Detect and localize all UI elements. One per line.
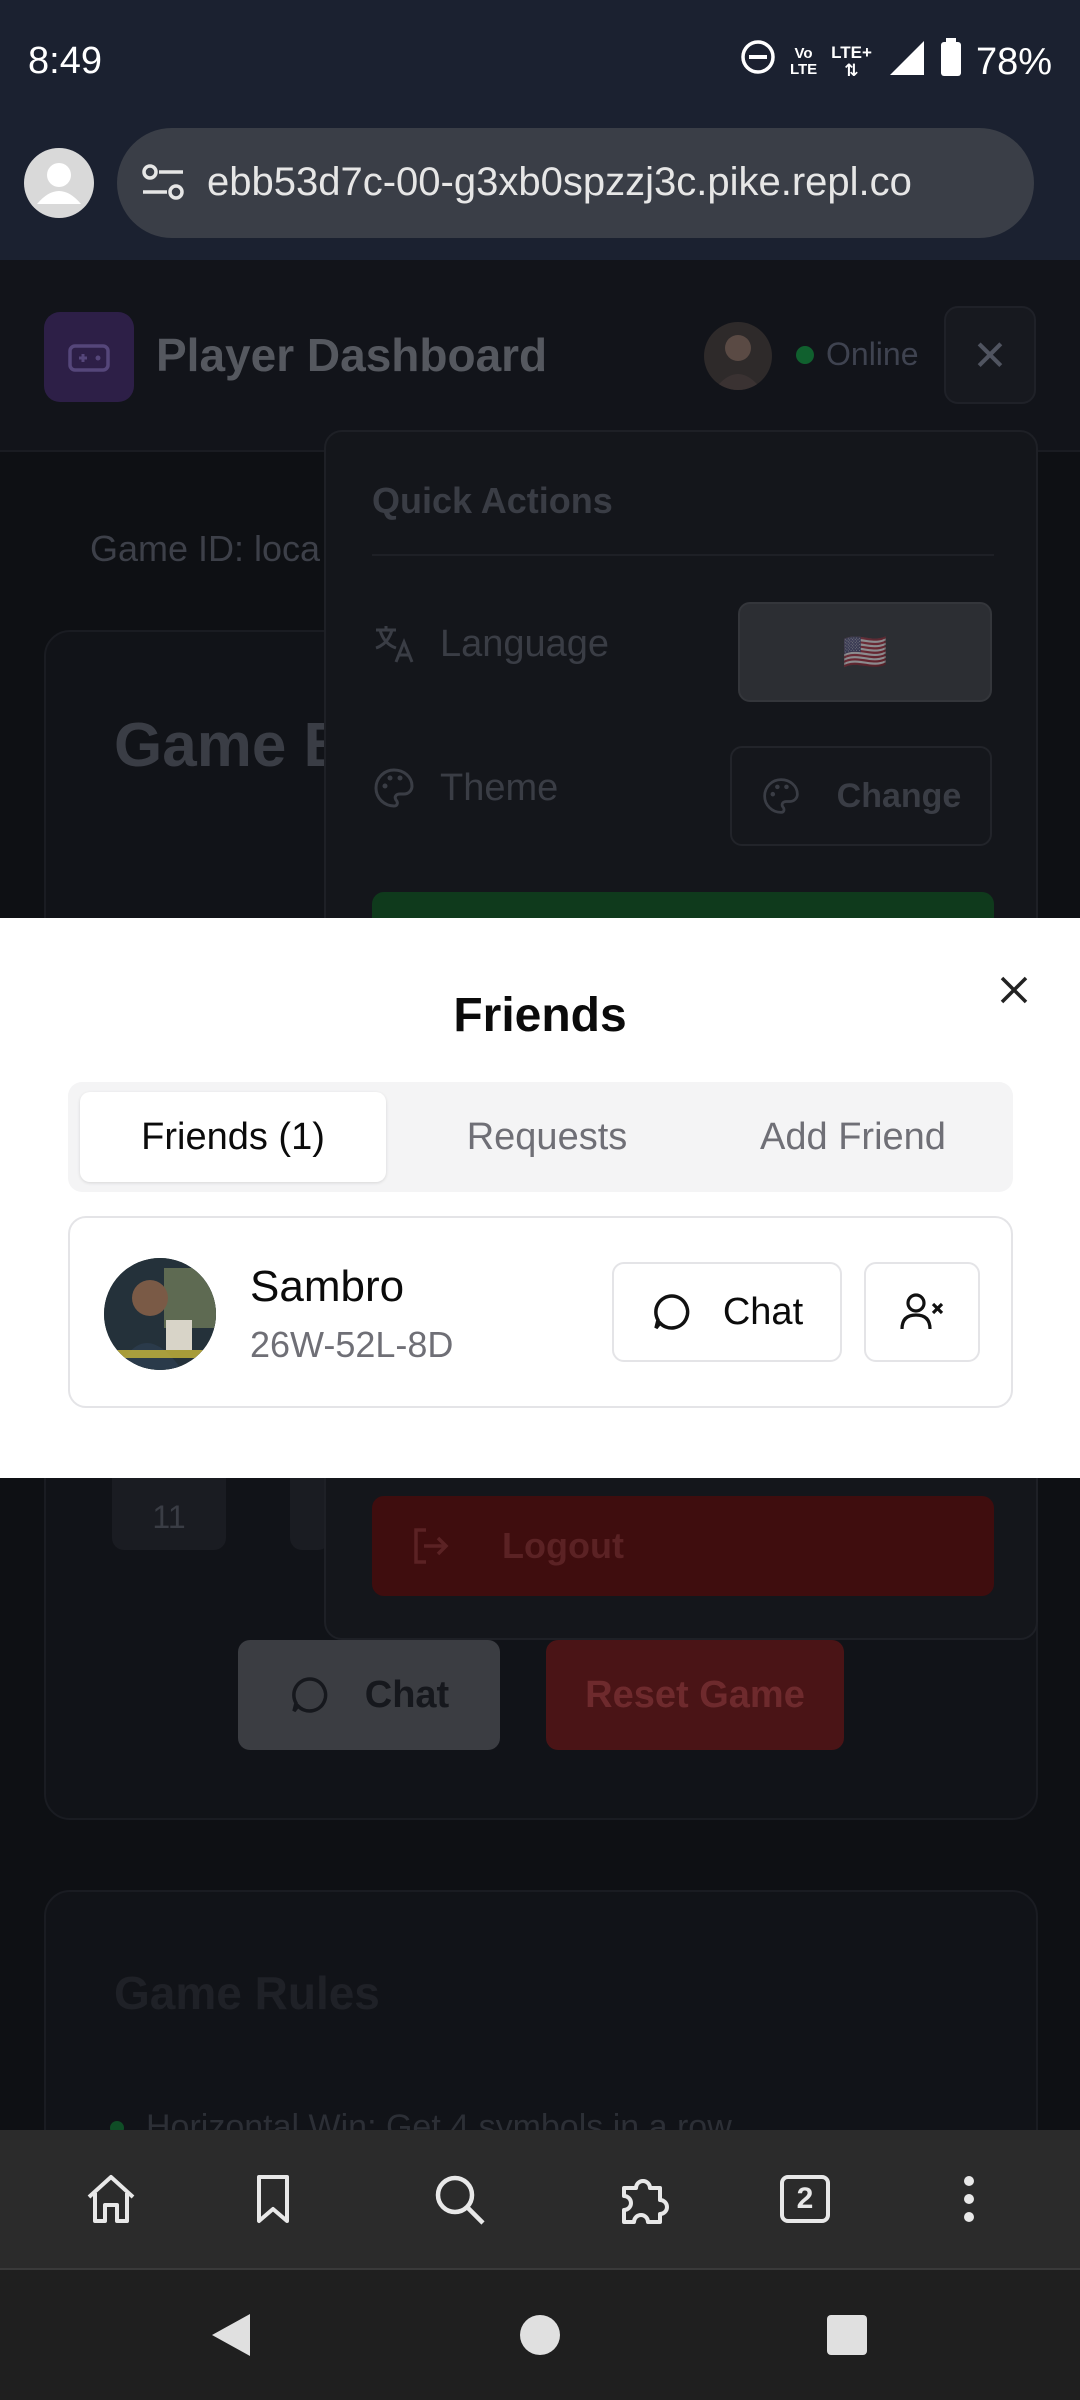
online-status: Online bbox=[796, 336, 919, 373]
menu-close-button[interactable]: ✕ bbox=[944, 306, 1036, 404]
bullet-icon bbox=[110, 2120, 124, 2130]
tab-requests[interactable]: Requests bbox=[394, 1092, 700, 1182]
gamepad-icon bbox=[44, 312, 134, 402]
chat-icon bbox=[291, 1677, 328, 1713]
logout-icon bbox=[414, 1528, 449, 1564]
palette-icon bbox=[374, 768, 414, 808]
friend-name: Sambro bbox=[250, 1262, 405, 1311]
theme-row: Theme bbox=[372, 766, 558, 810]
home-icon[interactable] bbox=[76, 2164, 146, 2234]
status-icons: Vo LTE LTE+ ⇅ 78% bbox=[740, 37, 1052, 87]
tab-friends[interactable]: Friends (1) bbox=[80, 1092, 386, 1182]
tab-add-friend[interactable]: Add Friend bbox=[700, 1092, 1006, 1182]
chat-button[interactable]: Chat bbox=[612, 1262, 842, 1362]
game-board-title: Game B bbox=[114, 711, 349, 780]
close-icon bbox=[1000, 976, 1028, 1004]
battery-percent: 78% bbox=[975, 40, 1052, 83]
friend-record: 26W-52L-8D bbox=[250, 1324, 454, 1365]
site-settings-icon[interactable] bbox=[141, 162, 185, 207]
friend-list-item: Sambro 26W-52L-8D Chat bbox=[68, 1216, 1013, 1408]
page-title: Player Dashboard bbox=[156, 329, 548, 381]
language-row: Language bbox=[372, 622, 609, 666]
chat-icon bbox=[653, 1294, 690, 1330]
volte-icon: Vo LTE bbox=[789, 45, 818, 78]
quick-actions-title: Quick Actions bbox=[372, 480, 613, 521]
rules-title: Game Rules bbox=[114, 1967, 380, 2019]
friends-modal: Friends Friends (1) Requests Add Friend … bbox=[0, 918, 1080, 1478]
tab-count: 2 bbox=[780, 2175, 830, 2223]
extensions-icon[interactable] bbox=[610, 2164, 680, 2234]
logout-button[interactable]: Logout bbox=[372, 1496, 994, 1596]
game-chat-button[interactable]: Chat bbox=[238, 1640, 500, 1750]
remove-friend-button[interactable] bbox=[864, 1262, 980, 1362]
translate-icon bbox=[375, 626, 414, 663]
tabs-icon[interactable]: 2 bbox=[770, 2164, 840, 2234]
more-options-icon[interactable] bbox=[934, 2164, 1004, 2234]
modal-close-button[interactable] bbox=[990, 966, 1038, 1014]
signal-icon bbox=[886, 37, 926, 87]
url-text[interactable]: ebb53d7c-00-g3xb0spzzj3c.pike.repl.co bbox=[207, 160, 1014, 205]
user-avatar[interactable] bbox=[704, 322, 772, 390]
lte-icon: LTE+ ⇅ bbox=[831, 43, 872, 80]
dnd-icon bbox=[740, 39, 776, 85]
divider bbox=[372, 554, 994, 556]
palette-icon bbox=[762, 778, 799, 814]
close-icon: ✕ bbox=[972, 331, 1008, 379]
online-dot-icon bbox=[796, 345, 814, 364]
browser-toolbar: 2 bbox=[0, 2130, 1080, 2268]
user-remove-icon bbox=[900, 1293, 944, 1330]
url-bar[interactable]: ebb53d7c-00-g3xb0spzzj3c.pike.repl.co bbox=[117, 128, 1034, 238]
browser-url-row: ebb53d7c-00-g3xb0spzzj3c.pike.repl.co bbox=[0, 126, 1080, 260]
us-flag-icon: 🇺🇸 bbox=[842, 631, 888, 672]
rule-item: Horizontal Win: Get 4 symbols in a row bbox=[110, 2108, 732, 2130]
language-button[interactable]: 🇺🇸 bbox=[738, 602, 992, 702]
game-id: Game ID: loca bbox=[90, 528, 321, 569]
friends-tabs: Friends (1) Requests Add Friend bbox=[68, 1082, 1013, 1192]
home-nav-icon[interactable] bbox=[505, 2300, 575, 2370]
app-header: Player Dashboard Online ✕ bbox=[0, 260, 1080, 452]
battery-icon bbox=[940, 37, 962, 87]
status-time: 8:49 bbox=[28, 40, 102, 82]
status-bar: 8:49 Vo LTE LTE+ ⇅ 78% bbox=[0, 0, 1080, 126]
back-icon[interactable] bbox=[196, 2300, 266, 2370]
change-theme-button[interactable]: Change bbox=[730, 746, 992, 846]
modal-title: Friends bbox=[453, 989, 627, 1042]
recents-icon[interactable] bbox=[812, 2300, 882, 2370]
reset-game-button[interactable]: Reset Game bbox=[546, 1640, 844, 1750]
friend-avatar bbox=[104, 1258, 216, 1370]
system-navigation-bar bbox=[0, 2270, 1080, 2400]
bookmark-icon[interactable] bbox=[238, 2164, 308, 2234]
profile-avatar-icon[interactable] bbox=[24, 148, 94, 218]
search-icon[interactable] bbox=[424, 2164, 494, 2234]
